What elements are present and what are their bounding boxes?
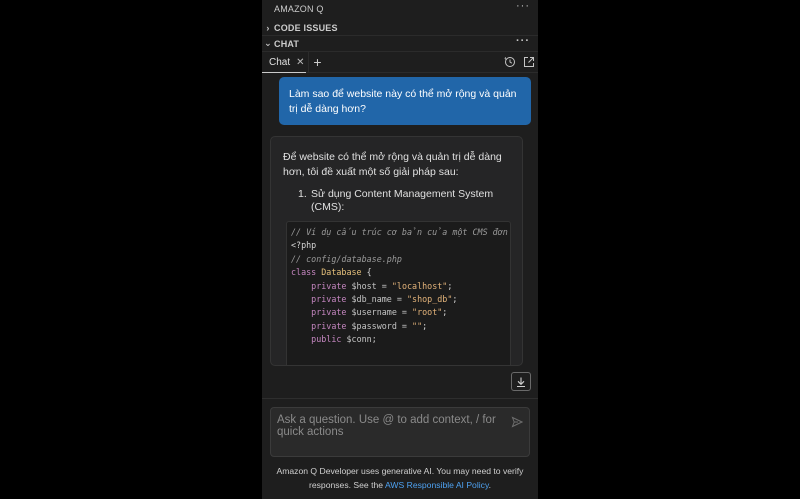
assistant-intro-text: Để website có thể mở rộng và quản trị dễ… [283,151,502,178]
prompt-box[interactable] [270,407,530,457]
user-message-bubble: Làm sao để website này có thể mở rộng và… [279,77,531,125]
disclaimer-period: . [488,480,492,490]
code-keyword: private [311,294,347,305]
code-string: "shop_db" [406,294,453,305]
ellipsis-icon[interactable]: ··· [516,0,530,12]
close-icon[interactable]: ✕ [296,57,304,68]
chat-tab-bar: Chat ✕ + [262,52,538,73]
chevron-down-icon: ⌄ [264,38,272,48]
code-class-name: Database [321,267,362,278]
code-variable: $host = [351,280,392,291]
code-block[interactable]: // Ví dụ cấu trúc cơ bản của một CMS đơn… [286,221,511,365]
panel-title: AMAZON Q ··· [262,0,538,17]
code-keyword: class [291,267,317,278]
ellipsis-icon[interactable]: ··· [516,35,530,47]
code-variable: $password = [351,320,413,331]
section-code-issues[interactable]: › CODE ISSUES [262,19,538,36]
user-message-text: Làm sao để website này có thể mở rộng và… [289,88,517,115]
section-chat[interactable]: ⌄ CHAT ··· [262,35,538,52]
list-item: Sử dụng Content Management System (CMS): [311,188,494,213]
divider [262,398,538,399]
code-variable: $db_name = [351,294,407,305]
code-keyword: private [311,320,347,331]
code-string: "localhost" [391,280,448,291]
code-keyword: public [311,334,342,345]
code-content: // Ví dụ cấu trúc cơ bản của một CMS đơn… [291,226,510,347]
code-string: "root" [412,307,443,318]
code-line: <?php [291,240,317,251]
scroll-to-bottom-button[interactable] [511,372,531,391]
section-code-issues-label: CODE ISSUES [274,22,338,33]
assistant-message-card: Để website có thể mở rộng và quản trị dễ… [270,136,523,366]
responsible-ai-policy-link[interactable]: AWS Responsible AI Policy [385,480,489,490]
send-icon[interactable] [511,416,523,428]
arrow-down-icon [517,377,525,387]
history-icon[interactable] [504,56,516,68]
chevron-right-icon: › [266,22,270,33]
open-in-editor-icon[interactable] [523,56,535,68]
code-line: // Ví dụ cấu trúc cơ bản của một CMS đơn… [291,227,508,237]
ai-disclaimer: Amazon Q Developer uses generative AI. Y… [270,464,530,492]
panel-title-text: AMAZON Q [274,3,324,14]
tab-chat-label: Chat [269,56,291,68]
plus-icon[interactable]: + [308,52,326,73]
tab-chat[interactable]: Chat ✕ [262,52,306,73]
amazon-q-panel: AMAZON Q ··· › CODE ISSUES ⌄ CHAT ··· Ch… [262,0,538,499]
code-keyword: private [311,307,347,318]
code-line: // config/database.php [291,253,402,264]
section-chat-label: CHAT [274,38,300,49]
code-keyword: private [311,280,347,291]
prompt-input[interactable] [277,414,505,454]
list-item-number: 1. [298,188,307,200]
code-variable: $conn; [346,334,377,345]
code-string: "" [412,320,423,331]
code-variable: $username = [351,307,413,318]
